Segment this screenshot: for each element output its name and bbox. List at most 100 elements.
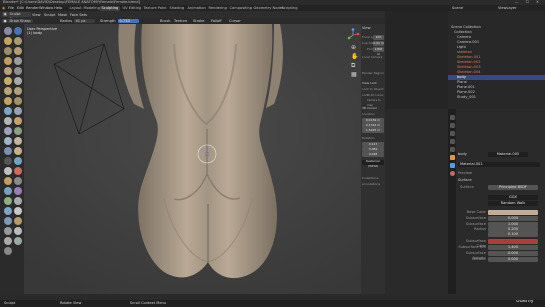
brush-selector[interactable]: Draw Sharp: [8, 18, 33, 24]
render-region-checkbox[interactable]: Render Region: [362, 71, 384, 76]
edit-face-set-icon[interactable]: [4, 217, 12, 225]
output-tab-icon[interactable]: [449, 131, 455, 136]
annotations-header[interactable]: Annotations: [362, 182, 380, 187]
camera-view-icon[interactable]: ⧉: [351, 62, 355, 70]
distribution-select[interactable]: GGX: [488, 195, 538, 200]
world-tab-icon[interactable]: [449, 147, 455, 152]
boundary-brush-icon[interactable]: [14, 137, 22, 145]
scene-tab-icon[interactable]: [449, 139, 455, 144]
subsurface-radius-x[interactable]: 1.000: [488, 222, 538, 227]
menu-sculpt[interactable]: Sculpt: [44, 12, 55, 18]
3d-viewport[interactable]: User Perspective (1) body: [24, 24, 385, 294]
rotate-tool-icon[interactable]: [14, 227, 22, 235]
scale-tool-icon[interactable]: [4, 237, 12, 245]
move-tool-icon[interactable]: [4, 227, 12, 235]
snake-hook-brush-icon[interactable]: [14, 107, 22, 115]
draw-face-sets-icon[interactable]: [14, 157, 22, 165]
metallic-field[interactable]: 0.000: [488, 257, 538, 262]
tab-rendering[interactable]: Rendering: [207, 6, 228, 11]
paint-brush-icon[interactable]: [14, 167, 22, 175]
preview-header[interactable]: Preview: [458, 171, 472, 176]
view-lock-header[interactable]: View Lock: [362, 81, 377, 86]
annotate-tool-icon[interactable]: [4, 247, 12, 255]
nudge-brush-icon[interactable]: [4, 127, 12, 135]
cloth-filter-icon[interactable]: [4, 207, 12, 215]
3d-cursor-header[interactable]: 3D Cursor: [362, 106, 377, 111]
navigation-gizmo[interactable]: [346, 28, 360, 42]
tab-shading[interactable]: Shading: [168, 6, 186, 11]
object-tab-icon[interactable]: [449, 155, 455, 160]
base-color-swatch[interactable]: [488, 210, 538, 215]
box-face-set-icon[interactable]: [4, 187, 12, 195]
lock-to-object-label[interactable]: Lock to Object: [362, 87, 384, 92]
sculpt-model[interactable]: [24, 24, 385, 294]
pan-hand-icon[interactable]: ✋: [351, 53, 358, 60]
cursor-rot-w-field[interactable]: 0.117: [362, 142, 384, 147]
clip-start-field[interactable]: 0.01 m: [373, 41, 384, 46]
multiplane-scrape-brush-icon[interactable]: [14, 87, 22, 95]
slide-relax-brush-icon[interactable]: [4, 137, 12, 145]
tab-sculpting[interactable]: Sculpting: [100, 5, 120, 11]
rotate-brush-icon[interactable]: [14, 127, 22, 135]
smooth-brush-icon[interactable]: [14, 67, 22, 75]
box-trim-icon[interactable]: [14, 187, 22, 195]
material-name-field[interactable]: Material.005: [488, 152, 528, 157]
tab-animation[interactable]: Animation: [186, 6, 207, 11]
zoom-icon[interactable]: ⊕: [351, 44, 356, 51]
subsurface-radius-y[interactable]: 0.200: [488, 227, 538, 232]
tab-scripting[interactable]: Scripting: [280, 6, 299, 11]
inflate-brush-icon[interactable]: [4, 57, 12, 65]
menu-mask[interactable]: Mask: [58, 12, 67, 18]
outliner-row[interactable]: Study_001: [448, 95, 545, 100]
draw-brush-icon[interactable]: [4, 27, 12, 35]
radius-field[interactable]: 41 px: [74, 18, 95, 24]
modifier-tab-icon[interactable]: [449, 163, 455, 168]
menu-face-sets[interactable]: Face Sets: [70, 12, 87, 18]
subsurface-radius-z[interactable]: 0.100: [488, 232, 538, 237]
cursor-rot-y-field[interactable]: 0.048: [362, 152, 384, 157]
blob-brush-icon[interactable]: [14, 57, 22, 65]
color-filter-icon[interactable]: [14, 207, 22, 215]
material-tab-icon[interactable]: [449, 171, 455, 176]
elastic-deform-brush-icon[interactable]: [4, 107, 12, 115]
clip-end-field[interactable]: 1000 m: [373, 47, 384, 56]
cursor-y-field[interactable]: 0.1312 m: [362, 123, 384, 128]
camera-to-view-checkbox[interactable]: Camera to View: [367, 98, 385, 107]
ortho-grid-icon[interactable]: ▦: [351, 71, 357, 78]
scrape-brush-icon[interactable]: [4, 87, 12, 95]
cloth-brush-icon[interactable]: [4, 147, 12, 155]
material-slot-field[interactable]: Material.001: [458, 162, 540, 167]
tab-texture-paint[interactable]: Texture Paint: [142, 6, 168, 11]
subsurface-anisotropy-field[interactable]: 0.000: [488, 251, 538, 256]
tool-tab-icon[interactable]: [449, 115, 455, 120]
transform-tool-icon[interactable]: [14, 237, 22, 245]
clay-brush-icon[interactable]: [4, 37, 12, 45]
local-camera-label[interactable]: Local Camera: [362, 55, 383, 60]
cursor-x-field[interactable]: 0.0139 m: [362, 118, 384, 123]
collections-header[interactable]: Collections: [362, 176, 378, 181]
subsurface-field[interactable]: 0.000: [488, 216, 538, 221]
mask-brush-icon[interactable]: [4, 157, 12, 165]
surface-header[interactable]: Surface: [458, 178, 472, 183]
tab-compositing[interactable]: Compositing: [228, 6, 254, 11]
menu-view[interactable]: View: [32, 12, 41, 18]
focal-length-field[interactable]: 100 mm: [373, 35, 384, 44]
cursor-rot-x-field[interactable]: 0.084: [362, 147, 384, 152]
smear-brush-icon[interactable]: [4, 177, 12, 185]
pose-brush-icon[interactable]: [14, 117, 22, 125]
subsurface-color-swatch[interactable]: [488, 239, 538, 244]
tab-uv-editing[interactable]: UV Editing: [121, 6, 143, 11]
timeline-strip[interactable]: [0, 294, 545, 300]
crease-brush-icon[interactable]: [4, 67, 12, 75]
flatten-brush-icon[interactable]: [4, 77, 12, 85]
clay-strips-brush-icon[interactable]: [14, 37, 22, 45]
box-mask-icon[interactable]: [14, 177, 22, 185]
strength-field[interactable]: 0.733: [118, 18, 139, 24]
surface-shader-field[interactable]: Principled BSDF: [488, 185, 538, 190]
thumb-brush-icon[interactable]: [4, 117, 12, 125]
clay-thumb-brush-icon[interactable]: [4, 47, 12, 55]
mode-selector[interactable]: Sculpt Mode: [8, 12, 31, 21]
view-panel-header[interactable]: View: [362, 26, 371, 31]
subsurface-method-select[interactable]: Random Walk: [488, 201, 538, 206]
rotation-mode-select[interactable]: Quaternion (WXYZ): [362, 160, 384, 168]
